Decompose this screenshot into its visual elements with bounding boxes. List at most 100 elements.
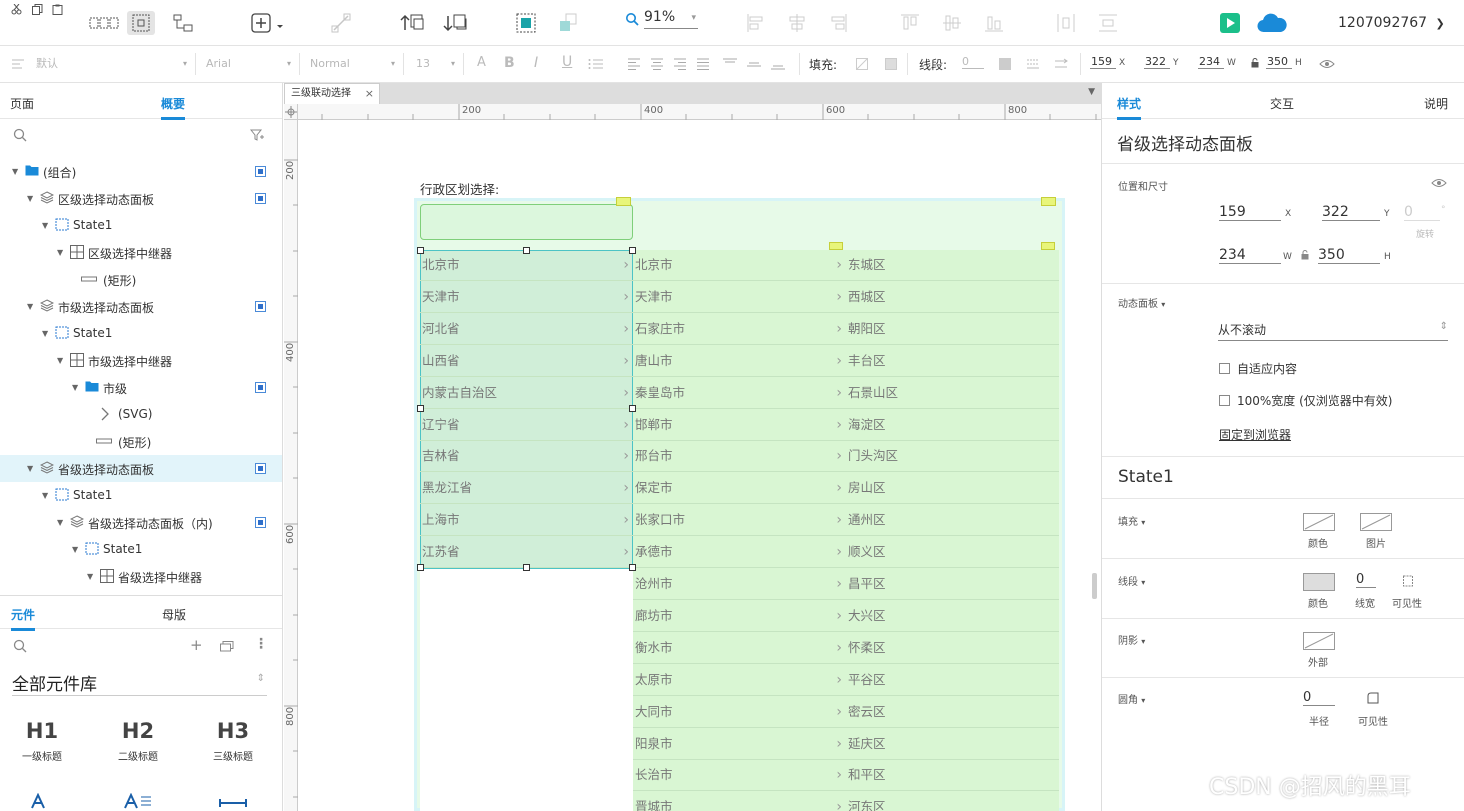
list-item[interactable]: 北京市 › (420, 250, 633, 281)
outline-item[interactable]: (矩形) (0, 266, 282, 293)
list-item[interactable]: 朝阳区 (846, 314, 1059, 345)
checkbox-box[interactable] (1219, 395, 1230, 406)
ruler-origin[interactable] (284, 104, 298, 120)
expand-toggle-icon[interactable]: ▼ (27, 464, 33, 473)
visibility-toggle-icon[interactable] (255, 463, 266, 474)
group-icon[interactable] (513, 11, 539, 35)
list-item[interactable]: 门头沟区 (846, 441, 1059, 473)
outline-item[interactable]: ▼ 市级 (0, 374, 282, 401)
expand-toggle-icon[interactable]: ▼ (87, 572, 93, 581)
list-item[interactable]: 和平区 (846, 760, 1059, 792)
list-item[interactable]: 海淀区 (846, 410, 1059, 441)
line-color-icon[interactable] (997, 56, 1013, 72)
y-input[interactable]: 322 (1322, 204, 1380, 221)
list-item[interactable]: 通州区 (846, 505, 1059, 537)
bold-icon[interactable]: B (504, 55, 515, 71)
list-item[interactable]: 长治市 › (633, 760, 846, 792)
list-item[interactable]: 西城区 (846, 282, 1059, 313)
list-item[interactable]: 邯郸市 › (633, 410, 846, 441)
style-select[interactable]: 默认 ▾ (30, 53, 196, 75)
list-item[interactable]: 北京市 › (633, 250, 846, 281)
tab-masters[interactable]: 母版 (162, 606, 186, 623)
valign-top-icon[interactable] (720, 56, 740, 72)
visibility-toggle-icon[interactable] (255, 301, 266, 312)
expand-toggle-icon[interactable]: ▼ (27, 194, 33, 203)
align-top-icon[interactable] (898, 11, 922, 35)
tab-notes[interactable]: 说明 (1424, 95, 1448, 112)
font-family-select[interactable]: Arial ▾ (200, 53, 300, 75)
widget-name[interactable]: 省级选择动态面板 (1117, 130, 1253, 155)
list-item[interactable]: 黑龙江省 › (420, 473, 633, 505)
list-item[interactable]: 衡水市 › (633, 633, 846, 664)
document-tab[interactable]: 三级联动选择 × (284, 83, 380, 104)
pin-to-browser-link[interactable]: 固定到浏览器 (1219, 426, 1291, 443)
height-input[interactable]: 350 (1318, 247, 1380, 264)
tab-style[interactable]: 样式 (1117, 95, 1142, 120)
x-field[interactable]: 159 X (1090, 55, 1125, 69)
widget-h1[interactable]: H1 一级标题 (20, 719, 64, 763)
distribute-horizontal-icon[interactable] (1054, 11, 1078, 35)
expand-toggle-icon[interactable]: ▼ (42, 491, 48, 500)
point-edit-icon[interactable] (328, 11, 354, 35)
list-item[interactable]: 石家庄市 › (633, 314, 846, 345)
list-item[interactable]: 晋城市 › (633, 792, 846, 811)
ungroup-icon[interactable] (555, 11, 581, 35)
line-color-swatch[interactable] (1303, 573, 1335, 591)
outline-item[interactable]: (SVG) (0, 401, 282, 428)
expand-toggle-icon[interactable]: ▼ (72, 383, 78, 392)
resize-handle[interactable] (417, 405, 424, 412)
list-item[interactable]: 延庆区 (846, 729, 1059, 760)
tab-interactions[interactable]: 交互 (1270, 95, 1294, 112)
line-width-input[interactable]: 0 (962, 55, 984, 69)
outline-item[interactable]: ▼ 省级选择中继器 (0, 563, 282, 590)
fill-color-icon[interactable] (854, 56, 870, 72)
w-field[interactable]: 234 W (1198, 55, 1236, 69)
list-item[interactable]: 石景山区 (846, 378, 1059, 409)
outline-item[interactable]: ▼ 市级选择中继器 (0, 347, 282, 374)
outline-item[interactable]: ▼ 区级选择动态面板 (0, 185, 282, 212)
visibility-toggle-icon[interactable] (255, 193, 266, 204)
expand-toggle-icon[interactable]: ▼ (57, 248, 63, 257)
outline-item[interactable]: ▼ 区级选择中继器 (0, 239, 282, 266)
resize-handle[interactable] (417, 247, 424, 254)
zoom-select[interactable]: 91% ▾ (644, 9, 698, 29)
list-item[interactable]: 太原市 › (633, 665, 846, 696)
eye-icon[interactable] (1318, 56, 1336, 72)
valign-middle-icon[interactable] (744, 56, 764, 72)
y-field[interactable]: 322 Y (1144, 55, 1179, 69)
list-item[interactable]: 内蒙古自治区 › (420, 378, 633, 409)
list-item[interactable]: 保定市 › (633, 473, 846, 505)
radius-input[interactable]: 0 (1303, 690, 1335, 706)
checkbox-box[interactable] (1219, 363, 1230, 374)
list-item[interactable]: 秦皇岛市 › (633, 378, 846, 409)
outline-item[interactable]: (矩形) (0, 428, 282, 455)
eye-icon[interactable] (1430, 177, 1448, 189)
font-weight-select[interactable]: Normal ▾ (304, 53, 404, 75)
text-align-center-icon[interactable] (648, 56, 666, 72)
text-align-left-icon[interactable] (625, 56, 643, 72)
list-item[interactable]: 廊坊市 › (633, 601, 846, 632)
align-middle-icon[interactable] (940, 11, 964, 35)
scroll-select[interactable]: 从不滚动 ⇕ (1218, 321, 1448, 341)
region-input-box[interactable] (420, 204, 633, 240)
list-item[interactable]: 上海市 › (420, 505, 633, 537)
expand-toggle-icon[interactable]: ▼ (27, 302, 33, 311)
list-item[interactable]: 山西省 › (420, 346, 633, 377)
list-item[interactable]: 张家口市 › (633, 505, 846, 537)
list-item[interactable]: 大同市 › (633, 697, 846, 728)
align-center-icon[interactable] (785, 11, 809, 35)
list-item[interactable]: 东城区 (846, 250, 1059, 281)
close-icon[interactable]: × (365, 84, 374, 104)
list-item[interactable]: 河北省 › (420, 314, 633, 345)
list-item[interactable]: 昌平区 (846, 569, 1059, 600)
fit-content-checkbox[interactable]: 自适应内容 (1219, 360, 1297, 377)
fill-color-swatch[interactable] (1303, 513, 1335, 531)
list-item[interactable]: 丰台区 (846, 346, 1059, 377)
library-search-icon[interactable] (12, 638, 28, 654)
expand-toggle-icon[interactable]: ▼ (57, 518, 63, 527)
list-item[interactable]: 辽宁省 › (420, 410, 633, 441)
list-item[interactable]: 沧州市 › (633, 569, 846, 600)
resize-handle[interactable] (629, 564, 636, 571)
list-item[interactable]: 邢台市 › (633, 441, 846, 473)
list-item[interactable]: 河东区 (846, 792, 1059, 811)
